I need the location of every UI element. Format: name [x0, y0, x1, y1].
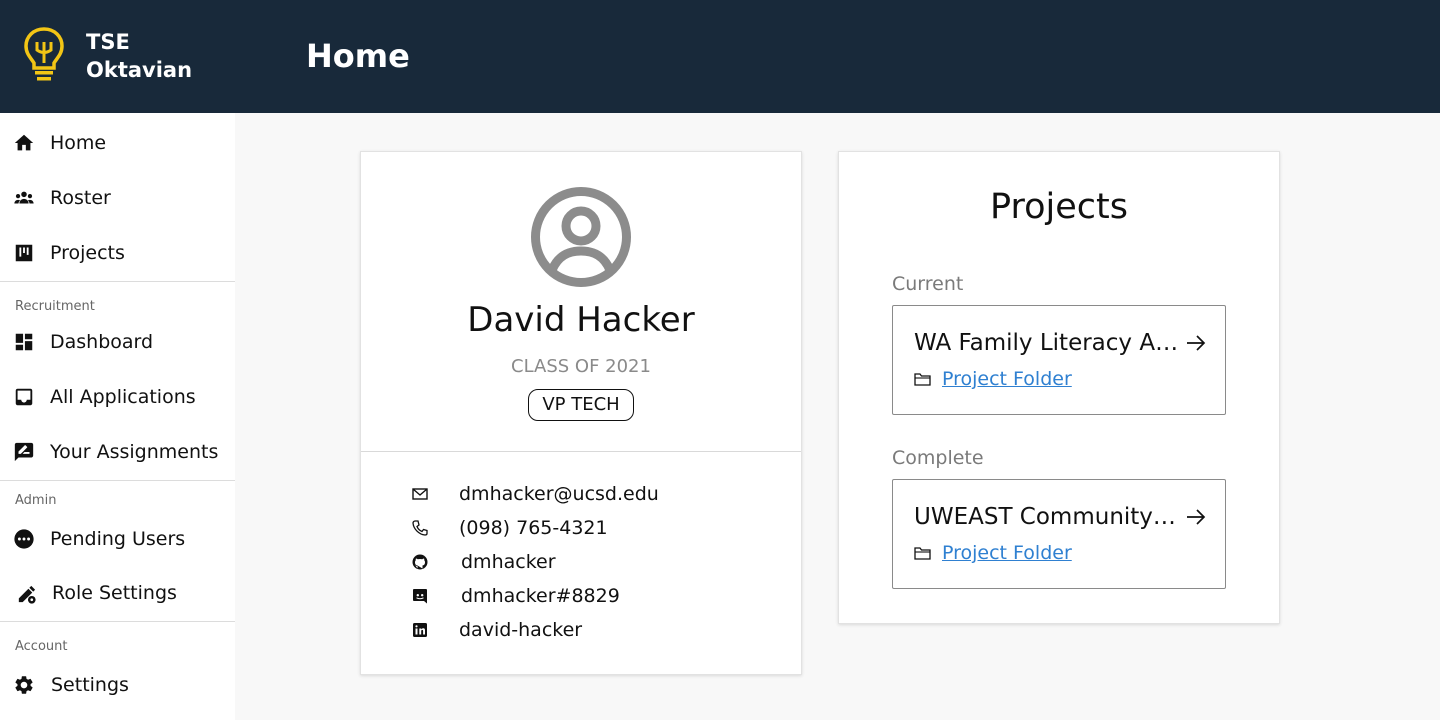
discord-value[interactable]: dmhacker#8829: [461, 583, 620, 609]
section-label-account: Account: [15, 639, 68, 654]
contact-github: dmhacker: [411, 549, 771, 575]
gear-icon: [15, 676, 33, 694]
email-value[interactable]: dmhacker@ucsd.edu: [459, 481, 659, 507]
current-section-label: Current: [892, 273, 964, 295]
arrow-right-icon[interactable]: [1186, 508, 1206, 526]
discord-icon: [413, 589, 427, 604]
linkedin-value[interactable]: david-hacker: [459, 617, 582, 643]
top-app-bar: TSE Oktavian Home: [0, 0, 1440, 113]
sidebar-item-roster[interactable]: Roster: [0, 176, 235, 220]
contact-discord: dmhacker#8829: [411, 583, 771, 609]
profile-card: David Hacker CLASS OF 2021 VP TECH dmhac…: [360, 151, 802, 675]
sidebar-item-label: All Applications: [50, 386, 196, 408]
project-name: UWEAST Community Kitchen: [914, 504, 1182, 530]
contact-linkedin: david-hacker: [411, 617, 771, 643]
project-card-current[interactable]: WA Family Literacy App Project Folder: [892, 305, 1226, 415]
role-badge: VP TECH: [528, 389, 634, 421]
sidebar-item-label: Home: [50, 132, 107, 154]
project-card-complete[interactable]: UWEAST Community Kitchen Project Folder: [892, 479, 1226, 589]
lightbulb-logo-icon: [24, 27, 64, 81]
projects-title: Projects: [990, 187, 1128, 227]
sidebar-divider: [0, 281, 235, 282]
sidebar-divider: [0, 621, 235, 622]
class-year: CLASS OF 2021: [511, 356, 651, 377]
page-title: Home: [306, 37, 410, 75]
sidebar-item-all-applications[interactable]: All Applications: [0, 375, 235, 419]
sidebar-item-dashboard[interactable]: Dashboard: [0, 320, 235, 364]
phone-value[interactable]: (098) 765-4321: [459, 515, 608, 541]
rate-review-icon: [14, 442, 34, 462]
account-circle-icon: [531, 187, 631, 287]
card-divider: [361, 451, 801, 452]
sidebar-item-role-settings[interactable]: Role Settings: [0, 571, 235, 615]
sidebar-item-label: Settings: [51, 674, 129, 696]
group-icon: [14, 191, 34, 204]
sidebar-item-projects[interactable]: Projects: [0, 231, 235, 275]
folder-icon: [914, 547, 931, 560]
phone-icon: [412, 520, 428, 536]
linkedin-icon: [413, 623, 427, 637]
sidebar-item-label: Dashboard: [50, 331, 154, 353]
folder-icon: [914, 373, 931, 386]
sidebar-item-your-assignments[interactable]: Your Assignments: [0, 430, 235, 474]
projects-card: Projects Current WA Family Literacy App …: [838, 151, 1280, 624]
brand-line-1: TSE: [86, 30, 130, 54]
sidebar-item-settings[interactable]: Settings: [0, 663, 235, 707]
profile-name: David Hacker: [467, 300, 695, 340]
person-settings-icon: [18, 585, 36, 604]
kanban-icon: [15, 244, 33, 262]
sidebar-item-label: Role Settings: [52, 582, 177, 604]
sidebar-item-pending-users[interactable]: Pending Users: [0, 517, 235, 561]
brand-name[interactable]: TSE Oktavian: [86, 28, 192, 84]
sidebar-item-label: Roster: [50, 187, 111, 209]
section-label-admin: Admin: [15, 493, 57, 508]
project-folder-link[interactable]: Project Folder: [942, 366, 1072, 392]
project-folder-link[interactable]: Project Folder: [942, 540, 1072, 566]
sidebar-item-label: Pending Users: [50, 528, 186, 550]
sidebar-item-label: Projects: [50, 242, 125, 264]
github-icon: [412, 554, 428, 570]
mail-icon: [412, 488, 428, 500]
sidebar-item-label: Your Assignments: [50, 441, 219, 463]
project-name: WA Family Literacy App: [914, 330, 1182, 356]
home-icon: [14, 134, 34, 151]
section-label-recruitment: Recruitment: [15, 299, 95, 314]
contact-phone: (098) 765-4321: [411, 515, 771, 541]
pending-icon: [14, 529, 34, 549]
github-value[interactable]: dmhacker: [461, 549, 556, 575]
arrow-right-icon[interactable]: [1186, 334, 1206, 352]
dashboard-icon: [15, 333, 33, 351]
sidebar: Home Roster Projects Recruitment Dashboa…: [0, 113, 235, 720]
inbox-icon: [15, 388, 33, 406]
contact-email: dmhacker@ucsd.edu: [411, 481, 771, 507]
brand-line-2: Oktavian: [86, 58, 193, 82]
complete-section-label: Complete: [892, 447, 984, 469]
sidebar-divider: [0, 480, 235, 481]
sidebar-item-home[interactable]: Home: [0, 121, 235, 165]
